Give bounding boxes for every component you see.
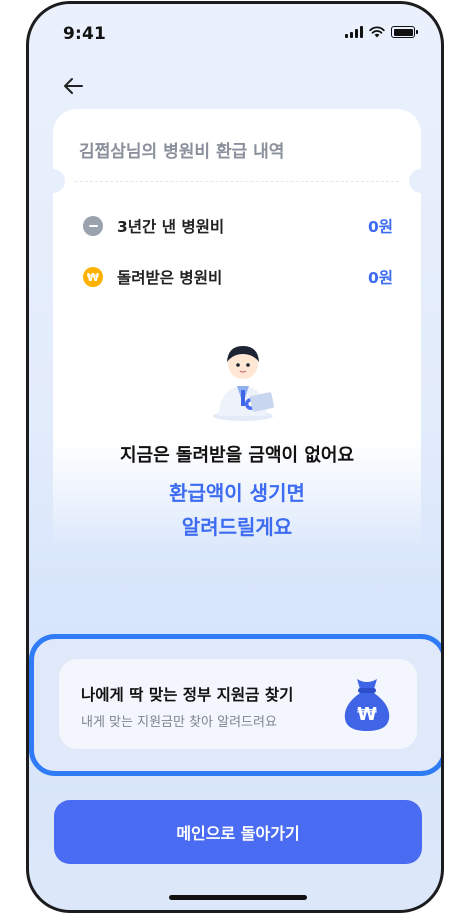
row-value: 0원 [367,269,393,287]
card-notch-left [41,169,65,193]
support-finder-banner[interactable]: 나에게 딱 맞는 정부 지원금 찾기 내게 맞는 지원금만 찾아 알려드려요 ₩ [59,659,417,749]
banner-highlight: 나에게 딱 맞는 정부 지원금 찾기 내게 맞는 지원금만 찾아 알려드려요 ₩ [29,634,441,776]
card-title: 김쩝삼님의 병원비 환급 내역 [79,142,285,162]
status-icons [345,26,418,38]
refund-history-card: 김쩝삼님의 병원비 환급 내역 3년간 낸 병원비 0원 ₩ 돌려받은 병원비 … [41,109,433,549]
go-main-button[interactable]: 메인으로 돌아가기 [54,800,422,864]
banner-title: 나에게 딱 맞는 정부 지원금 찾기 [81,686,294,704]
person-illustration [213,346,275,421]
row-label: 돌려받은 병원비 [117,269,223,287]
refunded-medical-row: ₩ 돌려받은 병원비 0원 [83,265,393,289]
phone-frame: 9:41 김쩝삼님의 병원비 환급 내역 3년간 낸 병원비 0원 ₩ 돌려받은… [26,1,444,913]
row-value: 0원 [367,218,393,236]
home-indicator [169,895,307,900]
empty-state-subtitle-line2: 알려드릴게요 [181,515,293,539]
minus-icon [83,216,103,236]
row-label: 3년간 낸 병원비 [117,218,225,236]
money-bag-icon: ₩ [344,679,390,731]
status-time: 9:41 [63,24,107,44]
paid-medical-row: 3년간 낸 병원비 0원 [83,214,393,238]
signal-icon [345,26,363,38]
wifi-icon [369,26,385,38]
empty-state-subtitle-line1: 환급액이 생기면 [169,481,305,505]
back-arrow-icon [64,78,83,94]
battery-icon [391,26,418,38]
svg-text:₩: ₩ [357,704,377,725]
card-divider [75,181,399,182]
won-coin-icon: ₩ [83,267,103,287]
card-notch-right [409,169,433,193]
status-bar: 9:41 [29,4,441,60]
banner-subtitle: 내게 맞는 지원금만 찾아 알려드려요 [81,715,277,730]
back-button[interactable] [59,72,87,100]
empty-state-title: 지금은 돌려받을 금액이 없어요 [119,445,355,466]
